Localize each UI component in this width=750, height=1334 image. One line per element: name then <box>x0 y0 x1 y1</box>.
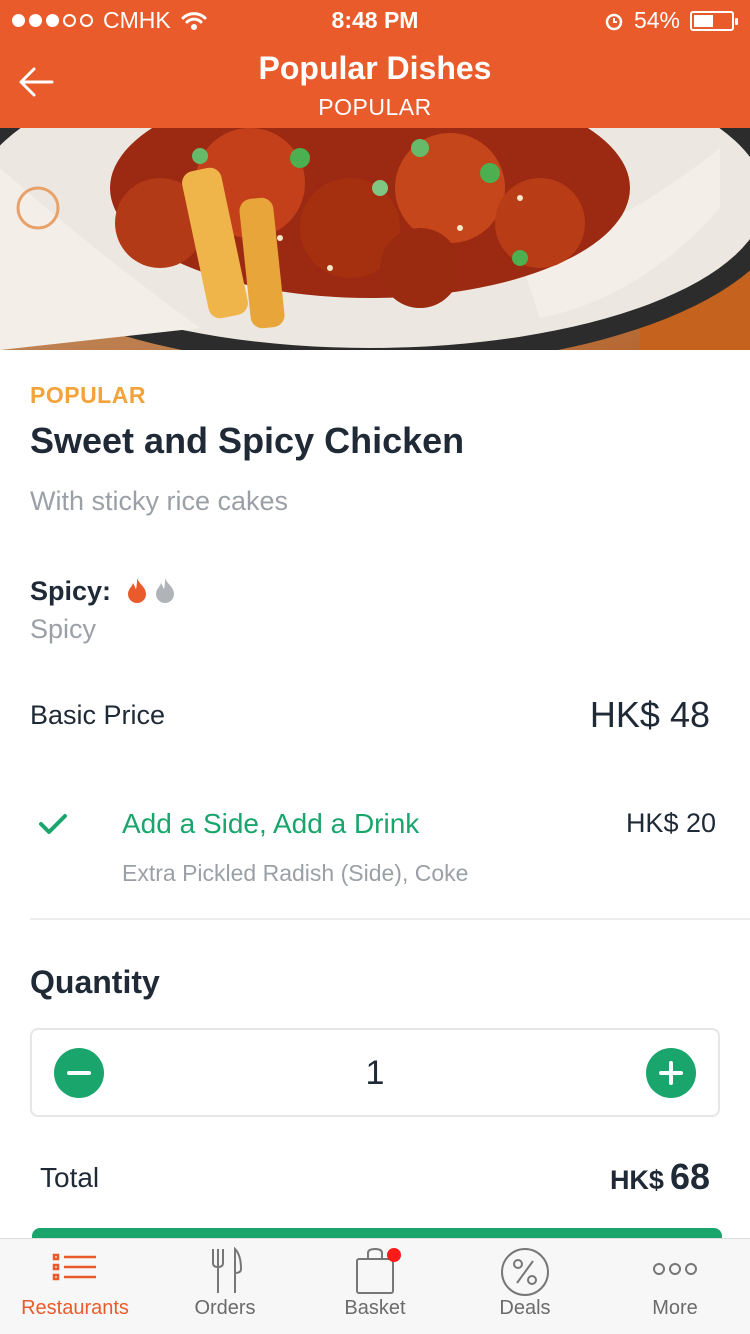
list-icon <box>52 1253 96 1281</box>
alarm-clock-icon <box>605 13 623 30</box>
divider <box>30 918 750 920</box>
app-header: CMHK 8:48 PM 54% Popular Dishes POPULAR <box>0 0 750 128</box>
spicy-value: Spicy <box>30 614 97 644</box>
addon-option-name[interactable]: Add a Side, Add a Drink <box>122 808 419 840</box>
status-right: 54% <box>604 7 738 34</box>
dish-description: With sticky rice cakes <box>30 486 289 516</box>
percent-icon <box>501 1248 549 1296</box>
tab-more[interactable]: More <box>600 1239 750 1334</box>
fork-knife-icon <box>212 1247 243 1293</box>
tab-label: Orders <box>194 1297 256 1319</box>
page-subtitle: POPULAR <box>318 94 432 120</box>
total-amount: 68 <box>669 1156 710 1197</box>
quantity-value: 1 <box>365 1054 385 1092</box>
tab-label: Basket <box>344 1297 406 1319</box>
dish-tag: POPULAR <box>30 382 146 408</box>
flame-icon-active <box>128 578 146 603</box>
increase-quantity-button[interactable] <box>646 1048 696 1098</box>
total-currency: HK$ <box>609 1165 664 1195</box>
addon-price: HK$ 20 <box>625 808 716 838</box>
check-icon[interactable] <box>38 812 68 836</box>
battery-icon <box>690 10 738 31</box>
basic-price-label: Basic Price <box>30 700 166 730</box>
total-label: Total <box>40 1162 100 1193</box>
tab-label: Deals <box>499 1297 551 1319</box>
tab-orders[interactable]: Orders <box>150 1239 300 1334</box>
basic-price-value: HK$ 48 <box>589 694 710 735</box>
tab-label: More <box>652 1297 698 1319</box>
quantity-title: Quantity <box>30 964 160 1000</box>
tab-label: Restaurants <box>21 1297 129 1319</box>
basket-notification-badge <box>387 1248 401 1262</box>
dish-photo <box>0 128 750 350</box>
dish-name: Sweet and Spicy Chicken <box>30 420 465 461</box>
total-value: HK$ 68 <box>610 1156 710 1198</box>
quantity-stepper: 1 <box>30 1028 720 1117</box>
spicy-label: Spicy: <box>30 576 112 606</box>
tab-restaurants[interactable]: Restaurants <box>0 1239 150 1334</box>
more-dots-icon <box>653 1263 697 1275</box>
addon-detail: Extra Pickled Radish (Side), Coke <box>122 860 469 886</box>
tab-basket[interactable]: Basket <box>300 1239 450 1334</box>
tab-deals[interactable]: Deals <box>450 1239 600 1334</box>
page-title: Popular Dishes <box>258 50 492 86</box>
spicy-level-indicator <box>126 576 176 604</box>
bottom-tab-bar: Restaurants Orders Basket Deals More <box>0 1238 750 1334</box>
status-bar: CMHK 8:48 PM 54% <box>0 0 750 40</box>
food-illustration <box>0 128 750 350</box>
battery-percent: 54% <box>633 7 680 33</box>
flame-icon-inactive <box>156 578 174 603</box>
